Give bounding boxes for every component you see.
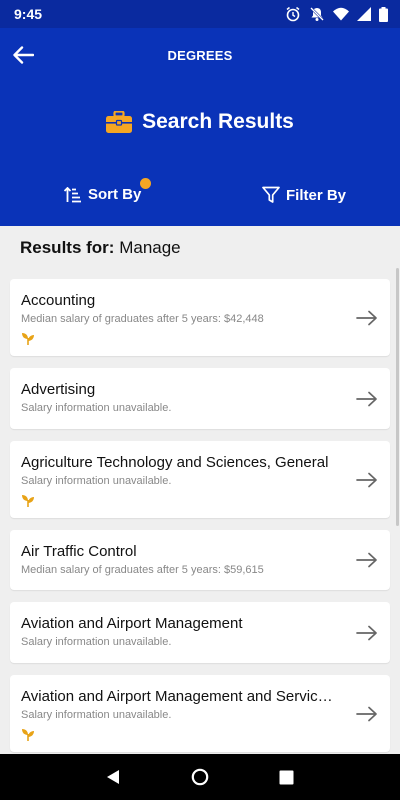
- alarm-icon: [286, 6, 300, 22]
- square-recents-icon: [279, 770, 294, 784]
- results-query: Manage: [119, 238, 181, 257]
- search-results-heading: Search Results: [0, 110, 400, 134]
- arrow-right-icon: [356, 552, 378, 568]
- arrow-right-icon: [356, 706, 378, 722]
- arrow-right-icon: [356, 391, 378, 407]
- arrow-right-icon: [356, 625, 378, 641]
- circle-home-icon: [191, 768, 209, 786]
- degree-title: Aviation and Airport Management: [21, 615, 243, 632]
- degree-title: Agriculture Technology and Sciences, Gen…: [21, 454, 329, 471]
- mute-icon: [310, 7, 324, 21]
- search-results-title: Search Results: [142, 110, 294, 133]
- leaf-icon: [21, 492, 340, 508]
- degree-list-item[interactable]: Agriculture Technology and Sciences, Gen…: [10, 441, 390, 518]
- degree-list-item[interactable]: Aviation and Airport Management and Serv…: [10, 675, 390, 752]
- degree-title: Air Traffic Control: [21, 543, 137, 560]
- system-nav-bar: [0, 754, 400, 800]
- filter-icon: [262, 186, 280, 203]
- degree-salary: Salary information unavailable.: [21, 709, 172, 721]
- nav-recents-button[interactable]: [276, 766, 298, 788]
- degree-salary: Salary information unavailable.: [21, 475, 172, 487]
- arrow-right-icon: [356, 310, 378, 326]
- degree-salary: Median salary of graduates after 5 years…: [21, 313, 264, 325]
- battery-icon: [379, 6, 388, 22]
- degree-title: Advertising: [21, 381, 96, 398]
- degree-title: Aviation and Airport Management and Serv…: [21, 688, 333, 705]
- status-bar: 9:45: [0, 0, 400, 28]
- degree-list-item[interactable]: Advertising Salary information unavailabl…: [10, 368, 390, 429]
- nav-back-button[interactable]: [102, 766, 124, 788]
- signal-icon: [357, 7, 371, 21]
- degree-salary: Median salary of graduates after 5 years…: [21, 564, 264, 576]
- degree-list-item[interactable]: Air Traffic Control Median salary of grad…: [10, 530, 390, 590]
- degree-title: Accounting: [21, 292, 96, 309]
- nav-home-button[interactable]: [189, 766, 211, 788]
- results-list: Accounting Median salary of graduates aft…: [10, 279, 390, 764]
- status-time: 9:45: [14, 6, 43, 22]
- degree-list-item[interactable]: Accounting Median salary of graduates aft…: [10, 279, 390, 356]
- sort-button[interactable]: Sort By: [64, 178, 151, 203]
- arrow-right-icon: [356, 472, 378, 488]
- degree-list-item[interactable]: Aviation and Airport Management Salary in…: [10, 602, 390, 663]
- status-icons: [285, 6, 388, 22]
- filter-button[interactable]: Filter By: [262, 186, 346, 204]
- filter-label: Filter By: [286, 186, 347, 204]
- results-for: Results for: Manage: [20, 238, 181, 258]
- briefcase-icon: [106, 111, 133, 133]
- sort-indicator-dot: [140, 178, 151, 189]
- sort-icon: [64, 186, 81, 202]
- scrollbar[interactable]: [396, 268, 399, 526]
- app-header: DEGREES Search Results Sort By Filter By: [0, 28, 400, 226]
- degree-salary: Salary information unavailable.: [21, 402, 172, 414]
- sort-label: Sort By: [88, 186, 142, 203]
- degree-salary: Salary information unavailable.: [21, 636, 172, 648]
- leaf-icon: [21, 726, 340, 742]
- results-for-label: Results for:: [20, 238, 115, 257]
- triangle-back-icon: [107, 770, 120, 784]
- wifi-icon: [333, 7, 349, 21]
- leaf-icon: [21, 330, 340, 346]
- page-title: DEGREES: [167, 48, 233, 63]
